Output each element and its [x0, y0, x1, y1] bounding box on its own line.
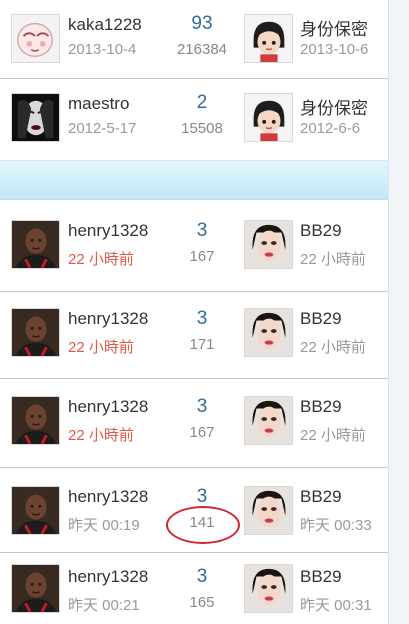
- woman-portrait-icon: [245, 487, 292, 534]
- woman-portrait-icon: [12, 94, 59, 141]
- thread-row[interactable]: henry1328 22 小時前 3 167 BB29 22 小時前: [0, 203, 388, 292]
- last-poster-name[interactable]: 身份保密: [300, 94, 368, 119]
- author-name[interactable]: henry1328: [68, 221, 148, 241]
- author-name[interactable]: henry1328: [68, 487, 148, 507]
- last-poster-name[interactable]: BB29: [300, 221, 342, 241]
- last-post-date[interactable]: 昨天 00:33: [300, 514, 372, 535]
- author-date: 2012-5-17: [68, 120, 137, 137]
- author-date: 昨天 00:19: [68, 517, 140, 534]
- last-post-date[interactable]: 2013-10-6: [300, 41, 368, 58]
- last-poster-avatar[interactable]: [244, 93, 293, 142]
- author-avatar[interactable]: [11, 93, 60, 142]
- thread-row[interactable]: kaka1228 2013-10-4 93 216384 身份保密 2013-1…: [0, 0, 388, 79]
- last-post-date[interactable]: 2012-6-6: [300, 120, 360, 137]
- cartoon-egg-icon: [12, 15, 59, 62]
- thread-row[interactable]: henry1328 22 小時前 3 167 BB29 22 小時前: [0, 379, 388, 468]
- man-portrait-icon: [12, 309, 59, 356]
- view-count: 15508: [181, 120, 223, 137]
- reply-count[interactable]: 93: [172, 13, 232, 35]
- woman-portrait-icon: [245, 309, 292, 356]
- woman-portrait-icon: [245, 221, 292, 268]
- view-count: 216384: [176, 41, 228, 58]
- last-poster-avatar[interactable]: [244, 308, 293, 357]
- view-count: 167: [189, 424, 215, 441]
- last-post-date[interactable]: 22 小時前: [300, 248, 366, 269]
- man-portrait-icon: [12, 487, 59, 534]
- last-poster-avatar[interactable]: [244, 220, 293, 269]
- author-name[interactable]: henry1328: [68, 567, 148, 587]
- last-poster-name[interactable]: BB29: [300, 309, 342, 329]
- thread-row[interactable]: henry1328 昨天 00:21 3 165 BB29 昨天 00:31: [0, 553, 388, 624]
- cartoon-girl-icon: [245, 94, 292, 141]
- author-avatar[interactable]: [11, 14, 60, 63]
- cartoon-girl-icon: [245, 15, 292, 62]
- reply-count[interactable]: 3: [172, 220, 232, 242]
- author-avatar[interactable]: [11, 220, 60, 269]
- man-portrait-icon: [12, 221, 59, 268]
- author-date: 22 小時前: [68, 251, 134, 268]
- last-poster-avatar[interactable]: [244, 486, 293, 535]
- woman-portrait-icon: [245, 565, 292, 612]
- last-poster-avatar[interactable]: [244, 14, 293, 63]
- last-poster-name[interactable]: 身份保密: [300, 15, 368, 40]
- thread-row[interactable]: maestro 2012-5-17 2 15508 身份保密 2012-6-6: [0, 79, 388, 159]
- man-portrait-icon: [12, 397, 59, 444]
- reply-count[interactable]: 3: [172, 396, 232, 418]
- last-poster-name[interactable]: BB29: [300, 567, 342, 587]
- author-avatar[interactable]: [11, 564, 60, 613]
- thread-row[interactable]: henry1328 22 小時前 3 171 BB29 22 小時前: [0, 292, 388, 379]
- reply-count[interactable]: 3: [172, 486, 232, 508]
- last-post-date[interactable]: 22 小時前: [300, 336, 366, 357]
- last-post-date[interactable]: 22 小時前: [300, 424, 366, 445]
- view-count: 171: [189, 336, 215, 353]
- view-count: 167: [189, 248, 215, 265]
- author-avatar[interactable]: [11, 396, 60, 445]
- last-poster-avatar[interactable]: [244, 564, 293, 613]
- last-poster-name[interactable]: BB29: [300, 487, 342, 507]
- reply-count[interactable]: 2: [172, 92, 232, 114]
- section-separator-bar: [0, 160, 388, 200]
- reply-count[interactable]: 3: [172, 308, 232, 330]
- author-name[interactable]: kaka1228: [68, 15, 142, 35]
- last-poster-name[interactable]: BB29: [300, 397, 342, 417]
- view-count: 165: [189, 594, 215, 611]
- author-avatar[interactable]: [11, 308, 60, 357]
- author-name[interactable]: henry1328: [68, 397, 148, 417]
- author-avatar[interactable]: [11, 486, 60, 535]
- annotation-circle: [166, 506, 240, 544]
- last-post-date[interactable]: 昨天 00:31: [300, 594, 372, 615]
- author-date: 22 小時前: [68, 339, 134, 356]
- scroll-track[interactable]: [388, 0, 409, 624]
- reply-count[interactable]: 3: [172, 566, 232, 588]
- author-date: 22 小時前: [68, 427, 134, 444]
- last-poster-avatar[interactable]: [244, 396, 293, 445]
- author-date: 2013-10-4: [68, 41, 137, 58]
- woman-portrait-icon: [245, 397, 292, 444]
- man-portrait-icon: [12, 565, 59, 612]
- author-date: 昨天 00:21: [68, 597, 140, 614]
- author-name[interactable]: maestro: [68, 94, 129, 114]
- author-name[interactable]: henry1328: [68, 309, 148, 329]
